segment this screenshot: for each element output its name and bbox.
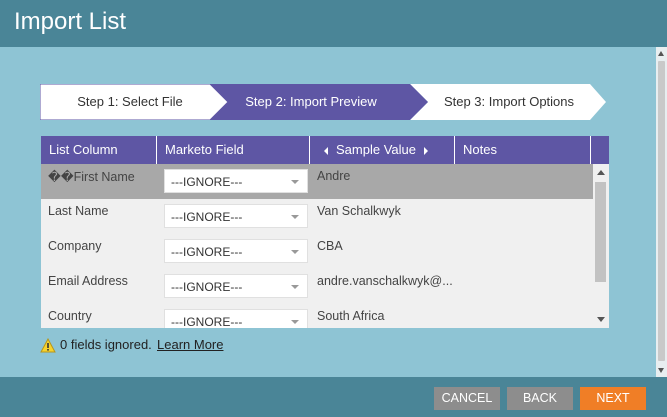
marketo-field-select[interactable]: ---IGNORE--- (164, 204, 308, 228)
scroll-thumb[interactable] (658, 61, 665, 361)
list-column-cell: Country (48, 309, 92, 323)
back-button[interactable]: BACK (507, 387, 573, 410)
scroll-up-icon[interactable] (597, 170, 605, 175)
marketo-field-select[interactable]: ---IGNORE--- (164, 169, 308, 193)
table-row[interactable]: Company ---IGNORE--- CBA (41, 234, 593, 269)
step-3-label[interactable]: Step 3: Import Options (424, 84, 594, 120)
marketo-field-select[interactable]: ---IGNORE--- (164, 239, 308, 263)
chevron-down-icon[interactable] (291, 320, 299, 324)
marketo-field-select[interactable]: ---IGNORE--- (164, 309, 308, 328)
learn-more-link[interactable]: Learn More (157, 337, 223, 352)
cancel-button[interactable]: CANCEL (434, 387, 500, 410)
column-header-list-column[interactable]: List Column (41, 136, 157, 164)
grid-header: List Column Marketo Field Sample Value N… (41, 136, 609, 164)
list-column-cell: ��First Name (48, 170, 135, 184)
table-row[interactable]: ��First Name ---IGNORE--- Andre (41, 164, 593, 199)
next-sample-icon[interactable] (423, 146, 428, 155)
window-titlebar: Import List (0, 0, 667, 47)
dialog-footer: CANCEL BACK NEXT (0, 377, 667, 417)
chevron-down-icon[interactable] (291, 215, 299, 219)
column-header-marketo-field[interactable]: Marketo Field (157, 136, 310, 164)
marketo-field-select[interactable]: ---IGNORE--- (164, 274, 308, 298)
column-header-notes[interactable]: Notes (455, 136, 591, 164)
table-row[interactable]: Last Name ---IGNORE--- Van Schalkwyk (41, 199, 593, 234)
sample-value-cell: andre.vanschalkwyk@... (317, 274, 453, 288)
column-header-filler (591, 136, 609, 164)
sample-value-cell: Andre (317, 169, 351, 183)
sample-value-label: Sample Value (336, 142, 416, 157)
chevron-down-icon[interactable] (291, 250, 299, 254)
marketo-field-value: ---IGNORE--- (171, 315, 243, 328)
list-column-cell: Last Name (48, 204, 109, 218)
window-title: Import List (14, 8, 127, 35)
column-header-sample-value[interactable]: Sample Value (310, 136, 455, 164)
marketo-field-value: ---IGNORE--- (171, 210, 243, 224)
fields-ignored-text: 0 fields ignored. (60, 337, 152, 352)
next-button[interactable]: NEXT (580, 387, 646, 410)
dialog-scrollbar[interactable] (656, 47, 667, 377)
step-2-label[interactable]: Step 2: Import Preview (226, 84, 396, 120)
grid-rows: ��First Name ---IGNORE--- Andre Last Nam… (41, 164, 593, 328)
previous-sample-icon[interactable] (324, 146, 328, 155)
scroll-thumb[interactable] (595, 182, 606, 282)
list-column-cell: Email Address (48, 274, 128, 288)
table-row[interactable]: Country ---IGNORE--- South Africa (41, 304, 593, 328)
marketo-field-value: ---IGNORE--- (171, 280, 243, 294)
table-row[interactable]: Email Address ---IGNORE--- andre.vanscha… (41, 269, 593, 304)
list-column-cell: Company (48, 239, 102, 253)
step-1-label[interactable]: Step 1: Select File (60, 84, 200, 120)
scroll-down-icon[interactable] (597, 317, 605, 322)
import-preview-grid: List Column Marketo Field Sample Value N… (41, 136, 609, 328)
scroll-up-icon[interactable] (658, 51, 664, 56)
sample-value-cell: CBA (317, 239, 343, 253)
marketo-field-value: ---IGNORE--- (171, 245, 243, 259)
warning-icon (40, 338, 56, 353)
sample-value-cell: Van Schalkwyk (317, 204, 401, 218)
chevron-down-icon[interactable] (291, 285, 299, 289)
marketo-field-value: ---IGNORE--- (171, 175, 243, 189)
sample-value-cell: South Africa (317, 309, 385, 323)
grid-scrollbar[interactable] (593, 164, 609, 328)
scroll-down-icon[interactable] (658, 368, 664, 373)
wizard-steps: Step 1: Select File Step 2: Import Previ… (40, 84, 608, 120)
chevron-down-icon[interactable] (291, 180, 299, 184)
